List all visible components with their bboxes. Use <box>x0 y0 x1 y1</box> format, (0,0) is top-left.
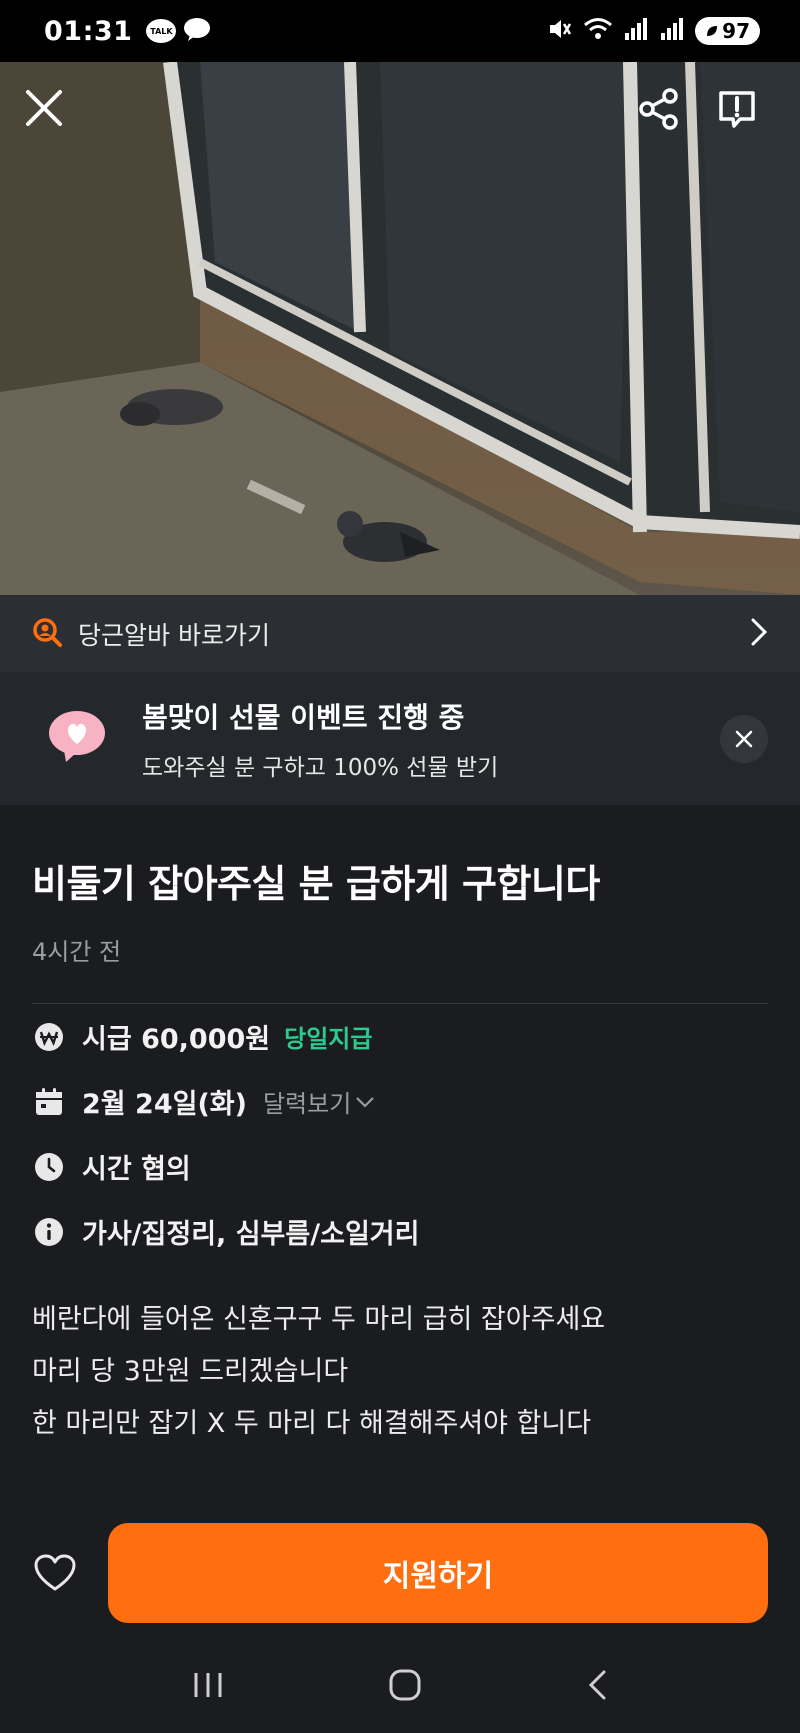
recent-apps-button[interactable] <box>192 1671 224 1703</box>
category-text: 가사/집정리, 심부름/소일거리 <box>82 1219 420 1250</box>
leaf-icon <box>705 19 719 43</box>
close-icon <box>26 90 62 126</box>
battery-indicator: 97 <box>695 17 760 45</box>
kakaotalk-notification-icon: TALK <box>146 19 177 43</box>
calendar-view-link[interactable]: 달력보기 <box>263 1084 375 1119</box>
battery-level: 97 <box>722 19 750 43</box>
promo-banner[interactable]: 봄맞이 선물 이벤트 진행 중 도와주실 분 구하고 100% 선물 받기 <box>0 672 800 805</box>
description-line: 한 마리만 잡기 X 두 마리 다 해결해주셔야 합니다 <box>32 1408 592 1439</box>
promo-subtitle: 도와주실 분 구하고 100% 선물 받기 <box>142 754 499 781</box>
description-line: 베란다에 들어온 신혼구구 두 마리 급히 잡아주세요 <box>32 1304 606 1335</box>
shortcut-label: 당근알바 바로가기 <box>78 620 270 650</box>
daangn-alba-shortcut[interactable]: 당근알바 바로가기 <box>0 595 800 672</box>
home-icon <box>389 1669 421 1700</box>
wifi-icon <box>583 16 613 46</box>
promo-title: 봄맞이 선물 이벤트 진행 중 <box>142 700 465 734</box>
posted-time: 4시간 전 <box>32 938 122 966</box>
post-content: 비둘기 잡아주실 분 급하게 구합니다 4시간 전 시급 60,000원 당일지… <box>0 805 800 1450</box>
share-button[interactable] <box>638 88 698 148</box>
home-button[interactable] <box>388 1668 422 1706</box>
signal-icon-1 <box>623 16 649 46</box>
chevron-right-icon <box>750 617 768 651</box>
promo-close-button[interactable] <box>720 714 768 763</box>
status-time: 01:31 <box>44 15 133 47</box>
date-text: 2월 24일(화) <box>82 1089 247 1120</box>
share-icon <box>639 88 678 130</box>
post-photo[interactable] <box>0 62 800 595</box>
system-nav-bar <box>0 1640 800 1733</box>
mute-icon <box>547 16 573 46</box>
heart-icon <box>34 1554 76 1591</box>
category-row: 가사/집정리, 심부름/소일거리 <box>32 1199 768 1264</box>
calendar-icon <box>32 1085 66 1119</box>
info-icon <box>32 1215 66 1249</box>
chevron-down-icon <box>356 1096 375 1108</box>
time-row: 시간 협의 <box>32 1134 768 1199</box>
post-description: 베란다에 들어온 신혼구구 두 마리 급히 잡아주세요 마리 당 3만원 드리겠… <box>32 1294 768 1450</box>
signal-icon-2 <box>659 16 685 46</box>
recent-apps-icon <box>194 1672 222 1697</box>
description-line: 마리 당 3만원 드리겠습니다 <box>32 1356 349 1387</box>
bottom-action-bar: 지원하기 <box>0 1522 800 1624</box>
like-button[interactable] <box>32 1550 78 1596</box>
report-button[interactable] <box>716 88 776 148</box>
same-day-pay-badge: 당일지급 <box>284 1025 373 1053</box>
won-icon <box>32 1020 66 1054</box>
search-person-icon <box>32 617 62 651</box>
calendar-link-label: 달력보기 <box>262 1090 352 1118</box>
date-row: 2월 24일(화) 달력보기 <box>32 1069 768 1134</box>
status-bar: 01:31 TALK 97 <box>0 0 800 62</box>
report-icon <box>719 91 755 128</box>
wage-text: 시급 60,000원 <box>82 1024 271 1055</box>
post-title: 비둘기 잡아주실 분 급하게 구합니다 <box>32 862 600 906</box>
back-icon <box>588 1670 606 1699</box>
close-button[interactable] <box>24 88 84 148</box>
clock-icon <box>32 1150 66 1184</box>
back-button[interactable] <box>586 1669 608 1705</box>
time-text: 시간 협의 <box>82 1154 191 1185</box>
wage-row: 시급 60,000원 당일지급 <box>32 1004 768 1069</box>
heart-bubble-icon <box>46 708 108 770</box>
close-icon <box>735 730 753 747</box>
chat-bubble-icon <box>182 17 212 45</box>
apply-button[interactable]: 지원하기 <box>108 1523 768 1623</box>
